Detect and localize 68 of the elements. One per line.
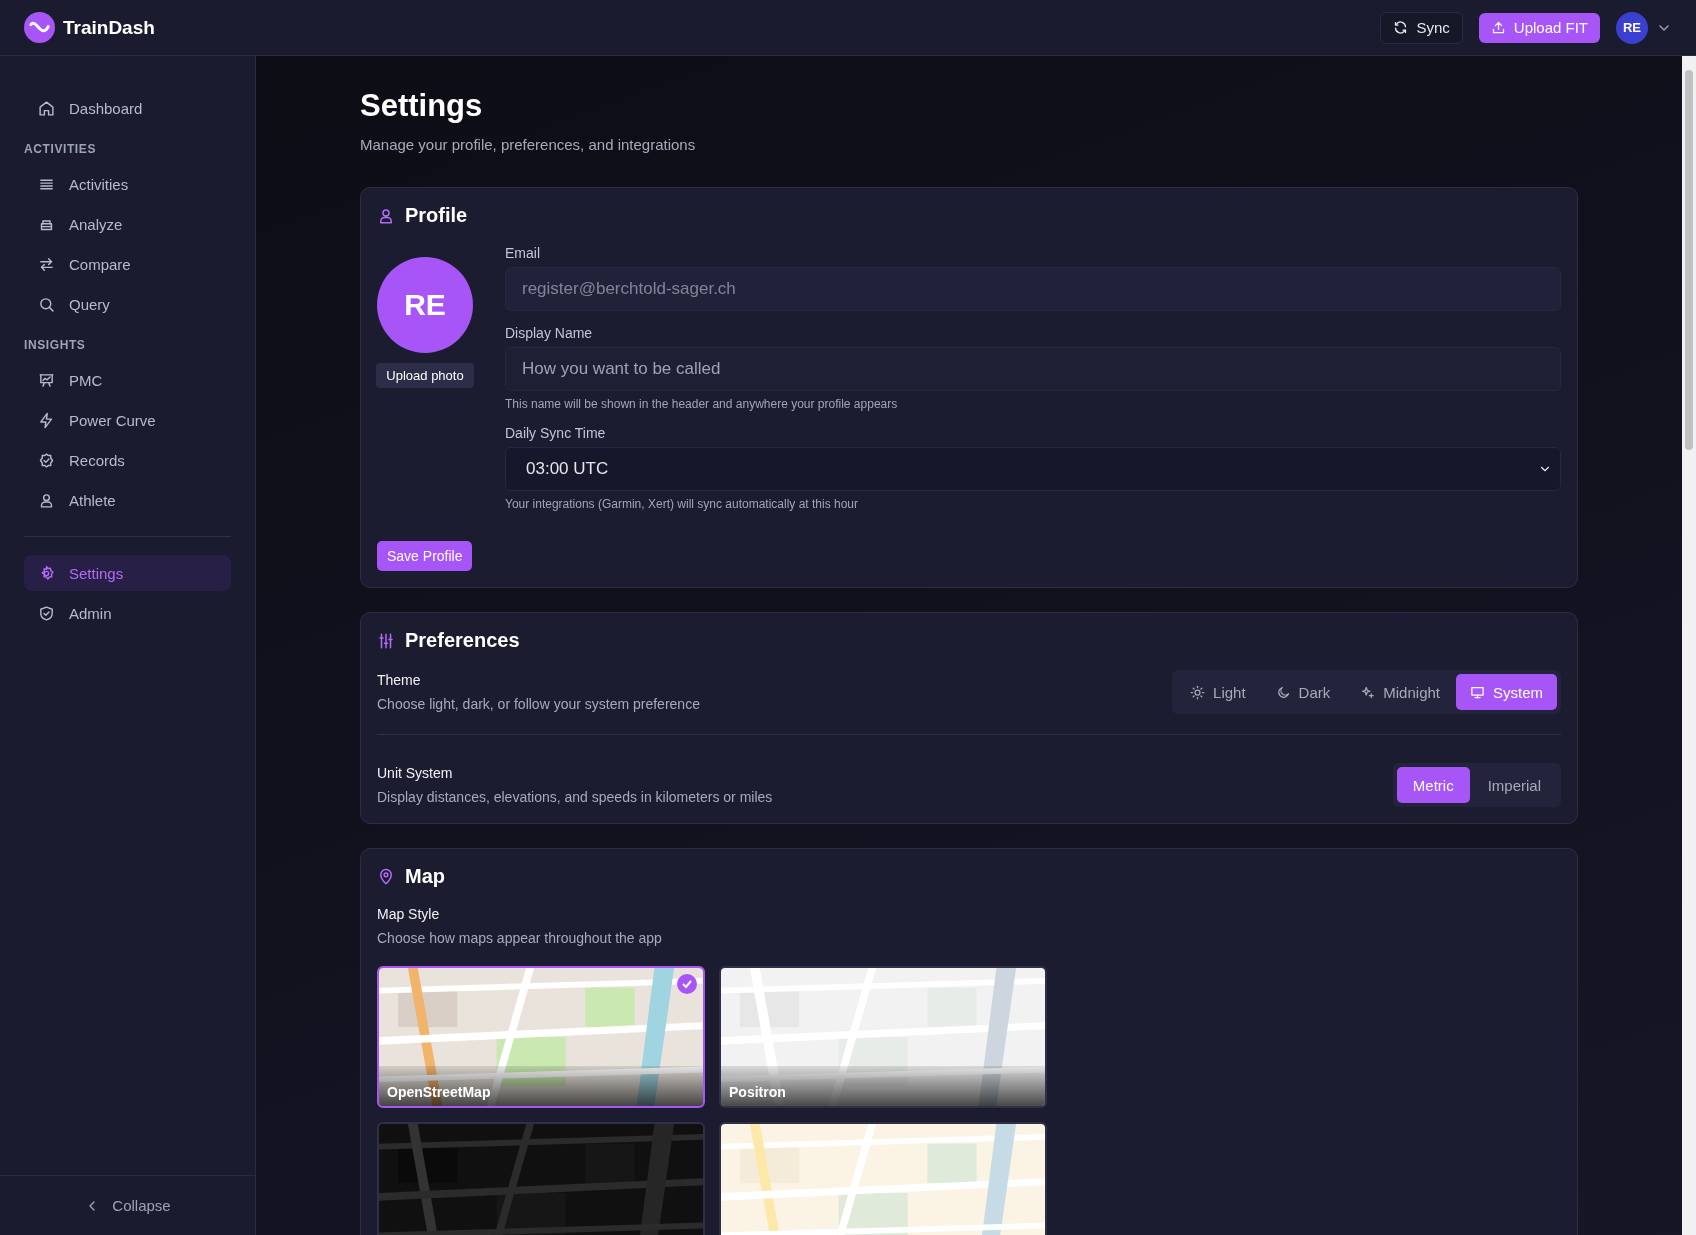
display-name-field[interactable]: How you want to be called: [505, 347, 1561, 391]
map-style-option[interactable]: OpenStreetMap: [377, 966, 705, 1108]
sparkle-icon: [1360, 684, 1376, 700]
sun-icon: [1190, 684, 1206, 700]
unit-option[interactable]: Imperial: [1471, 767, 1557, 803]
person-icon: [377, 206, 395, 225]
field-label: Display Name: [505, 325, 594, 341]
sidebar-item[interactable]: PMC: [24, 362, 231, 398]
badge-check-icon: [38, 451, 55, 469]
refresh-icon: [1393, 20, 1409, 35]
upload-photo-button[interactable]: Upload photo: [376, 363, 474, 388]
setting-label: Map Style: [377, 906, 441, 922]
sidebar-item[interactable]: Compare: [24, 246, 231, 282]
theme-option[interactable]: Midnight: [1346, 674, 1454, 710]
setting-description: Display distances, elevations, and speeds in kilometers or miles: [377, 789, 773, 805]
help-text: Your integrations (Garmin, Xert) will sync automatically at this hour: [505, 497, 860, 511]
check-icon: [677, 974, 697, 994]
map-pin-icon: [377, 867, 395, 886]
sidebar-item[interactable]: Settings: [24, 555, 231, 591]
setting-description: Choose how maps appear throughout the app: [377, 930, 663, 946]
sidebar-item[interactable]: Power Curve: [24, 402, 231, 438]
sidebar-item[interactable]: Admin: [24, 595, 231, 631]
setting-label: Unit System: [377, 765, 454, 781]
sidebar-item[interactable]: Query: [24, 286, 231, 322]
save-profile-button[interactable]: Save Profile: [377, 541, 473, 571]
profile-avatar: RE: [377, 257, 473, 353]
section-title: Map: [405, 865, 445, 888]
setting-description: Choose light, dark, or follow your system preference: [377, 696, 700, 712]
collapse-button[interactable]: Collapse: [78, 1196, 177, 1215]
nav-heading: INSIGHTS: [24, 337, 87, 354]
app-name: TrainDash: [63, 16, 155, 39]
upload-button[interactable]: Upload FIT: [1478, 12, 1600, 43]
nav-heading: ACTIVITIES: [24, 141, 97, 158]
map-style-label: Positron: [729, 1084, 786, 1100]
sidebar-item[interactable]: Athlete: [24, 482, 231, 518]
logo-icon: [24, 12, 55, 43]
search-icon: [38, 295, 55, 313]
monitor-icon: [1470, 684, 1485, 700]
field-label: Email: [505, 245, 541, 261]
page-title: Settings: [360, 88, 484, 124]
field-label: Daily Sync Time: [505, 425, 607, 441]
shield-icon: [38, 604, 55, 622]
sync-button[interactable]: Sync: [1380, 11, 1463, 44]
home-icon: [38, 99, 55, 117]
unit-option[interactable]: Metric: [1396, 767, 1470, 803]
theme-option[interactable]: System: [1456, 674, 1557, 710]
moon-icon: [1275, 684, 1291, 700]
sidebar-item[interactable]: Activities: [24, 166, 231, 202]
upload-icon: [1490, 20, 1506, 35]
sidebar-item[interactable]: Dashboard: [24, 90, 231, 126]
person-icon: [38, 491, 55, 509]
page-subtitle: Manage your profile, preferences, and integrations: [360, 136, 697, 153]
theme-option[interactable]: Dark: [1261, 674, 1345, 710]
theme-option[interactable]: Light: [1176, 674, 1260, 710]
help-text: This name will be shown in the header and anywhere your profile appears: [505, 397, 899, 411]
map-style-label: OpenStreetMap: [387, 1084, 491, 1100]
scrollbar[interactable]: [1682, 56, 1696, 1235]
arrows-icon: [38, 255, 55, 273]
sliders-icon: [377, 631, 395, 650]
setting-label: Theme: [377, 672, 422, 688]
sync-time-select[interactable]: 03:00 UTC: [505, 447, 1561, 491]
chart-board-icon: [38, 371, 55, 389]
map-style-option[interactable]: Positron: [719, 966, 1047, 1108]
section-title: Preferences: [405, 629, 520, 652]
lightning-icon: [38, 411, 55, 429]
section-title: Profile: [405, 204, 468, 227]
sidebar-item[interactable]: Records: [24, 442, 231, 478]
sidebar-item[interactable]: Analyze: [24, 206, 231, 242]
